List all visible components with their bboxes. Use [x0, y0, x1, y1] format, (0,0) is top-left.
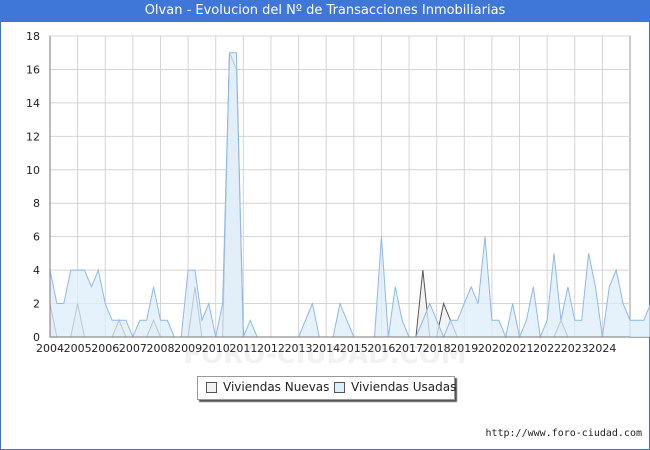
y-tick-label: 16	[26, 63, 40, 76]
y-tick-label: 12	[26, 130, 40, 143]
y-tick-label: 10	[26, 164, 40, 177]
y-tick-label: 18	[26, 30, 40, 43]
legend: Viviendas Nuevas Viviendas Usadas	[197, 376, 457, 400]
y-tick-label: 2	[33, 298, 40, 311]
y-tick-label: 6	[33, 231, 40, 244]
plot-area	[49, 35, 631, 338]
y-tick-label: 8	[33, 197, 40, 210]
legend-swatch-nuevas	[206, 382, 217, 393]
source-url: http://www.foro-ciudad.com	[485, 428, 642, 439]
y-tick-label: 4	[33, 264, 40, 277]
y-axis-ticks: 024681012141618	[26, 30, 40, 344]
watermark: FORO-CIUDAD.COM	[183, 340, 467, 370]
legend-swatch-usadas	[334, 382, 345, 393]
legend-label-usadas: Viviendas Usadas	[351, 380, 457, 394]
y-tick-label: 14	[26, 97, 40, 110]
legend-label-nuevas: Viviendas Nuevas	[223, 380, 330, 394]
